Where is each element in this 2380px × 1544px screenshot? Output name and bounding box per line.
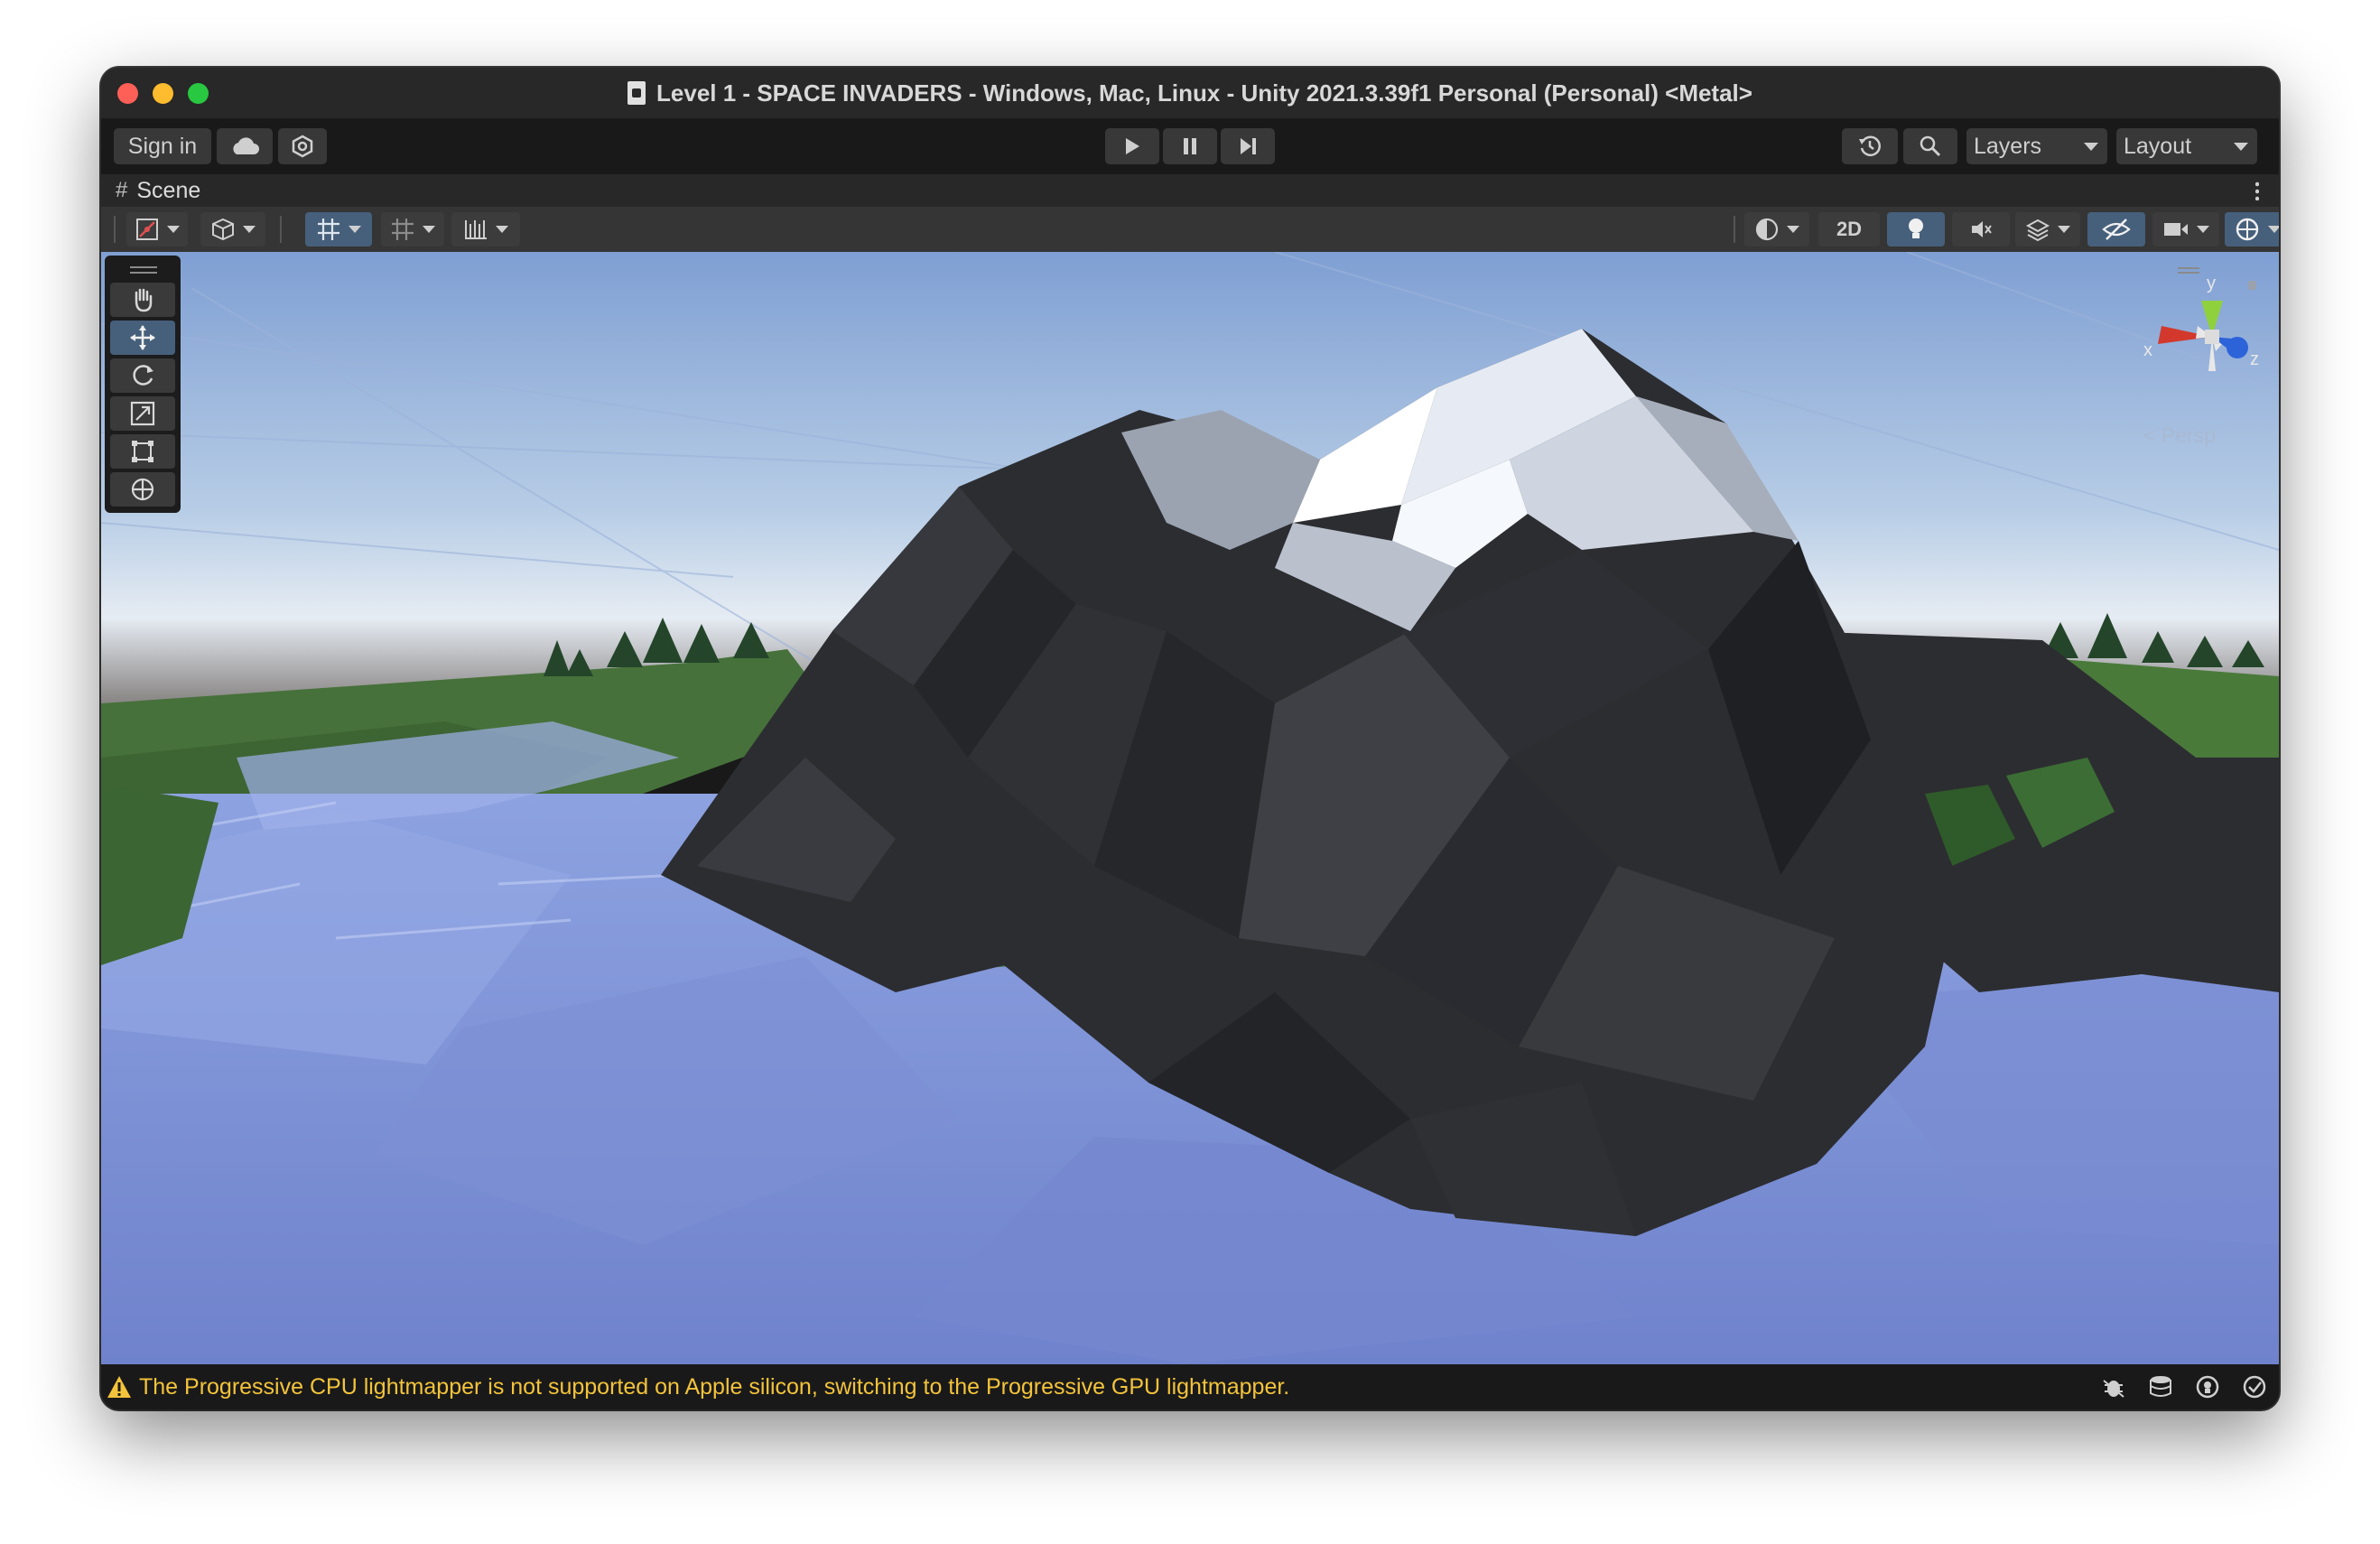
cache-server-icon[interactable] (2147, 1373, 2174, 1400)
effects-layers-icon (2025, 219, 2050, 242)
check-circle-icon[interactable] (2241, 1373, 2268, 1400)
effects-dropdown[interactable] (2015, 212, 2080, 246)
scene-tab-icon: # (116, 178, 128, 202)
light-bulb-icon (1909, 219, 1923, 238)
minimize-window-button[interactable] (153, 83, 173, 104)
status-bar: The Progressive CPU lightmapper is not s… (101, 1364, 2279, 1409)
status-icons (2100, 1373, 2268, 1400)
scale-icon (130, 401, 155, 426)
console-message[interactable]: The Progressive CPU lightmapper is not s… (139, 1374, 1289, 1400)
projection-toggle[interactable]: < Persp (2143, 423, 2216, 448)
undo-history-button[interactable] (1842, 128, 1898, 164)
toolbar-divider (114, 216, 116, 243)
zoom-window-button[interactable] (188, 83, 209, 104)
2d-toggle-button[interactable]: 2D (1818, 212, 1880, 246)
gizmo-z-label: z (2250, 349, 2259, 369)
chevron-left-icon: < (2143, 423, 2156, 447)
projection-label: Persp (2161, 423, 2216, 447)
lighting-toggle[interactable] (1887, 212, 1945, 246)
unity-editor-window: Level 1 - SPACE INVADERS - Windows, Mac,… (101, 68, 2279, 1409)
step-icon (1241, 138, 1256, 154)
grid-icon (318, 219, 339, 240)
audio-mute-icon (1972, 221, 1992, 237)
play-icon (1126, 138, 1139, 154)
increment-snap-dropdown[interactable] (451, 212, 520, 246)
move-tool-button[interactable] (110, 321, 175, 355)
toolbar-divider (280, 216, 282, 243)
sign-in-label: Sign in (127, 133, 198, 159)
gizmo-y-label: y (2207, 274, 2216, 293)
pivot-icon (136, 219, 158, 240)
rect-tool-button[interactable] (110, 434, 175, 469)
layout-dropdown[interactable]: Layout (2116, 128, 2257, 164)
shading-sphere-icon (1755, 218, 1779, 241)
scene-document-icon (628, 81, 646, 105)
hand-icon (135, 288, 153, 312)
window-title-text: Level 1 - SPACE INVADERS - Windows, Mac,… (656, 79, 1752, 107)
move-arrows-icon (130, 325, 155, 350)
rotate-tool-button[interactable] (110, 358, 175, 393)
services-icon (292, 135, 313, 158)
drag-handle-icon[interactable] (130, 266, 157, 274)
scene-view-toolbar: 2D (101, 207, 2279, 252)
tool-handle-position-dropdown[interactable] (126, 212, 188, 246)
gizmo-x-label: x (2143, 340, 2152, 360)
undo-history-icon (1859, 135, 1881, 157)
scene-render (101, 252, 2279, 1364)
camera-settings-dropdown[interactable] (2152, 212, 2219, 246)
pause-button[interactable] (1163, 128, 1217, 164)
tab-scene[interactable]: Scene (136, 178, 200, 204)
gizmos-dropdown[interactable] (2225, 212, 2279, 246)
window-controls (117, 83, 209, 104)
pause-icon (1184, 138, 1196, 154)
search-button[interactable] (1903, 128, 1957, 164)
toolbar-divider (1734, 216, 1735, 243)
cloud-button[interactable] (217, 128, 273, 164)
cube-icon (212, 218, 234, 241)
layers-dropdown[interactable]: Layers (1966, 128, 2107, 164)
scene-tab-header: # Scene (101, 174, 2279, 207)
title-bar: Level 1 - SPACE INVADERS - Windows, Mac,… (101, 68, 2279, 118)
window-title: Level 1 - SPACE INVADERS - Windows, Mac,… (628, 79, 1752, 107)
camera-icon (2164, 223, 2188, 236)
layers-label: Layers (1974, 133, 2042, 159)
snap-grid-icon (392, 219, 414, 240)
scene-viewport[interactable]: y x z < Persp (101, 252, 2279, 1364)
search-icon (1920, 135, 1941, 157)
snap-increment-dropdown[interactable] (381, 212, 444, 246)
services-button[interactable] (278, 128, 327, 164)
debug-bug-icon[interactable] (2100, 1373, 2127, 1400)
2d-label: 2D (1836, 218, 1863, 240)
transform-tool-button[interactable] (110, 472, 175, 507)
hidden-eye-icon (2102, 219, 2131, 240)
chevron-down-icon (2234, 142, 2248, 151)
layout-label: Layout (2124, 133, 2192, 159)
sign-in-button[interactable]: Sign in (114, 128, 211, 164)
cloud-icon (233, 137, 259, 154)
scene-visibility-toggle[interactable] (2087, 212, 2145, 246)
play-button[interactable] (1105, 128, 1159, 164)
draw-mode-dropdown[interactable] (1744, 212, 1809, 246)
transform-tool-panel (105, 256, 181, 513)
tool-handle-rotation-dropdown[interactable] (200, 212, 265, 246)
transform-icon (131, 478, 154, 501)
main-toolbar: Sign in Layers Layout (101, 118, 2279, 174)
scale-tool-button[interactable] (110, 396, 175, 431)
lighting-progress-icon[interactable] (2194, 1373, 2221, 1400)
close-window-button[interactable] (117, 83, 138, 104)
chevron-down-icon (2084, 142, 2098, 151)
audio-toggle[interactable] (1952, 212, 2010, 246)
gizmo-sphere-icon (2236, 218, 2259, 241)
ruler-icon (465, 220, 487, 239)
rect-transform-icon (132, 441, 153, 462)
grid-snapping-toggle[interactable] (305, 212, 372, 246)
step-button[interactable] (1221, 128, 1275, 164)
warning-icon (107, 1376, 131, 1398)
hand-tool-button[interactable] (110, 283, 175, 317)
more-options-icon[interactable] (2255, 181, 2259, 200)
rotate-icon (133, 365, 153, 386)
